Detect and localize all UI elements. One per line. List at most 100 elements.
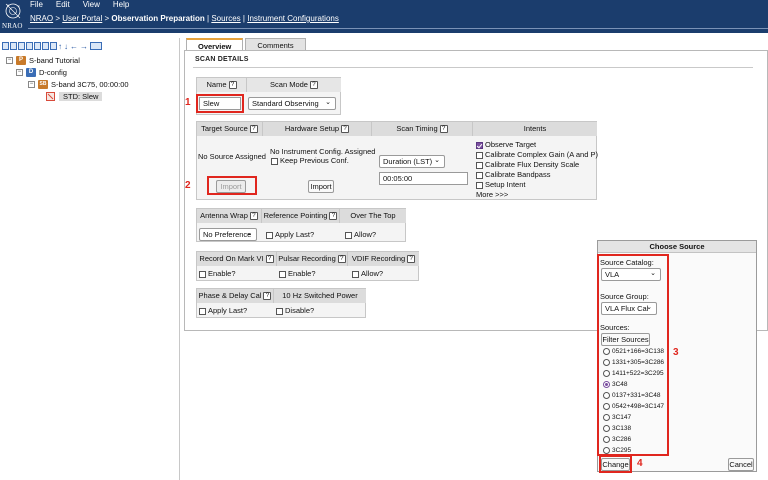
- checkbox[interactable]: [476, 171, 483, 179]
- collapse-icon[interactable]: −: [6, 57, 13, 64]
- expand-all-icon[interactable]: [90, 42, 102, 50]
- project-tree-panel: ↑ ↓ ← → − P S-band Tutorial − D D-config…: [0, 38, 180, 480]
- help-icon[interactable]: ?: [249, 212, 258, 221]
- checkbox-checked[interactable]: [476, 141, 483, 149]
- annotation-number-4: 4: [637, 458, 643, 469]
- tree-toolbar: ↑ ↓ ← →: [2, 40, 103, 52]
- breadcrumb-nrao-link[interactable]: NRAO: [30, 14, 53, 23]
- menu-file[interactable]: File: [30, 0, 43, 11]
- checkbox[interactable]: [266, 231, 273, 239]
- collapse-icon[interactable]: −: [16, 69, 23, 76]
- more-intents-link[interactable]: More >>>: [476, 190, 508, 199]
- scheduling-block-icon: SB: [38, 80, 48, 89]
- app-header: NRAO File Edit View Help NRAO > User Por…: [0, 0, 768, 33]
- pulsar-recording-header: Pulsar Recording?: [277, 252, 348, 266]
- checkbox[interactable]: [476, 181, 483, 189]
- breadcrumb-user-portal-link[interactable]: User Portal: [62, 14, 102, 23]
- checkbox[interactable]: [279, 270, 286, 278]
- import-config-button[interactable]: Import: [308, 180, 334, 193]
- move-right-icon[interactable]: →: [80, 42, 88, 51]
- vdif-allow-checkbox[interactable]: Allow?: [352, 269, 383, 278]
- checkbox[interactable]: [476, 151, 483, 159]
- tree-item-group[interactable]: − D D-config: [16, 67, 67, 78]
- phase-delay-header: Phase & Delay Cal?: [197, 289, 274, 303]
- breadcrumb-current-page: Observation Preparation: [111, 14, 205, 23]
- tree-item-label: S-band Tutorial: [29, 56, 80, 65]
- breadcrumb-sources-link[interactable]: Sources: [211, 14, 240, 23]
- help-icon[interactable]: ?: [341, 125, 350, 134]
- help-icon[interactable]: ?: [263, 292, 272, 301]
- move-left-icon[interactable]: ←: [70, 42, 78, 51]
- chevron-down-icon: ⌄: [246, 230, 252, 237]
- help-icon[interactable]: ?: [249, 125, 258, 134]
- menu-help[interactable]: Help: [113, 0, 129, 11]
- checkbox[interactable]: [199, 307, 206, 315]
- logo-text: NRAO: [2, 22, 23, 30]
- scan-mode-select[interactable]: Standard Observing ⌄: [248, 97, 336, 110]
- chevron-down-icon: ⌄: [434, 157, 440, 164]
- scan-mode-header: Scan Mode?: [247, 78, 341, 92]
- keep-previous-checkbox[interactable]: Keep Previous Conf.: [271, 156, 349, 165]
- breadcrumb-instrument-configs-link[interactable]: Instrument Configurations: [247, 14, 339, 23]
- checkbox[interactable]: [199, 270, 206, 278]
- menu-edit[interactable]: Edit: [56, 0, 70, 11]
- checkbox[interactable]: [476, 161, 483, 169]
- target-source-header: Target Source?: [197, 122, 263, 136]
- allow-checkbox[interactable]: Allow?: [345, 230, 376, 239]
- cancel-button[interactable]: Cancel: [728, 458, 754, 471]
- apply-last-checkbox[interactable]: Apply Last?: [266, 230, 314, 239]
- intent-setup[interactable]: Setup Intent: [476, 180, 525, 189]
- checkbox[interactable]: [345, 231, 352, 239]
- intent-bandpass[interactable]: Calibrate Bandpass: [476, 170, 550, 179]
- new-block-icon[interactable]: [18, 42, 25, 50]
- over-the-top-header: Over The Top: [340, 209, 406, 223]
- checkbox[interactable]: [276, 307, 283, 315]
- move-up-icon[interactable]: ↑: [58, 42, 62, 51]
- tree-item-project[interactable]: − P S-band Tutorial: [6, 55, 80, 66]
- intent-observe-target[interactable]: Observe Target: [476, 140, 536, 149]
- help-icon[interactable]: ?: [337, 255, 346, 264]
- intents-header: Intents: [473, 122, 597, 136]
- record-mark-header: Record On Mark VI?: [197, 252, 277, 266]
- help-icon[interactable]: ?: [407, 255, 416, 264]
- hardware-setup-header: Hardware Setup?: [263, 122, 372, 136]
- breadcrumb-separator: >: [104, 14, 110, 23]
- help-icon[interactable]: ?: [439, 125, 448, 134]
- copy-icon[interactable]: [26, 42, 33, 50]
- intent-flux-density[interactable]: Calibrate Flux Density Scale: [476, 160, 579, 169]
- help-icon[interactable]: ?: [265, 255, 274, 264]
- help-icon[interactable]: ?: [309, 81, 318, 90]
- menu-view[interactable]: View: [83, 0, 100, 11]
- new-project-icon[interactable]: [2, 42, 9, 50]
- header-divider: [28, 28, 768, 29]
- paste-icon[interactable]: [34, 42, 41, 50]
- project-icon: P: [16, 56, 26, 65]
- scan-icon: [46, 92, 55, 101]
- phase-apply-last-checkbox[interactable]: Apply Last?: [199, 306, 247, 315]
- tree-item-label: S-band 3C75, 00:00:00: [51, 80, 129, 89]
- duration-input[interactable]: 00:05:00: [379, 172, 468, 185]
- collapse-icon[interactable]: −: [28, 81, 35, 88]
- annotation-number-1: 1: [185, 97, 191, 108]
- group-icon: D: [26, 68, 36, 77]
- record-enable-checkbox[interactable]: Enable?: [199, 269, 236, 278]
- intent-complex-gain[interactable]: Calibrate Complex Gain (A and P): [476, 150, 598, 159]
- validate-icon[interactable]: [50, 42, 57, 50]
- checkbox[interactable]: [352, 270, 359, 278]
- highlight-box-3: [597, 254, 669, 456]
- section-divider: [193, 67, 753, 68]
- antenna-wrap-select[interactable]: No Preference ⌄: [199, 228, 257, 241]
- tree-item-scheduling-block[interactable]: − SB S-band 3C75, 00:00:00: [28, 79, 129, 90]
- switched-power-disable-checkbox[interactable]: Disable?: [276, 306, 314, 315]
- delete-icon[interactable]: [42, 42, 49, 50]
- help-icon[interactable]: ?: [228, 81, 237, 90]
- tree-item-scan[interactable]: STD: Slew: [46, 91, 103, 102]
- new-group-icon[interactable]: [10, 42, 17, 50]
- antenna-wrap-header: Antenna Wrap?: [197, 209, 262, 223]
- dialog-title: Choose Source: [598, 241, 756, 253]
- move-down-icon[interactable]: ↓: [64, 42, 68, 51]
- pulsar-enable-checkbox[interactable]: Enable?: [279, 269, 316, 278]
- checkbox[interactable]: [271, 157, 278, 165]
- timing-mode-select[interactable]: Duration (LST) ⌄: [379, 155, 445, 168]
- help-icon[interactable]: ?: [329, 212, 338, 221]
